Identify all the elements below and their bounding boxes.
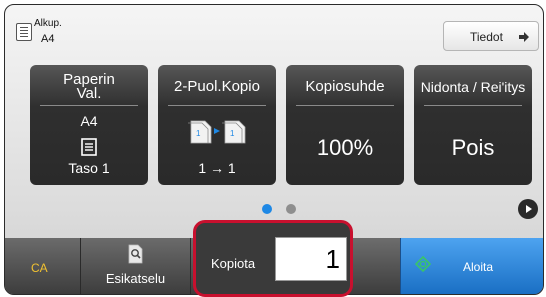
ratio-value: 100% xyxy=(316,135,374,160)
copies-control: Kopiota 1 xyxy=(193,220,353,297)
play-next-icon xyxy=(526,205,532,213)
tray-icon xyxy=(81,138,97,156)
preview-button[interactable]: Esikatselu xyxy=(81,238,191,294)
start-label: Aloita xyxy=(463,260,494,274)
staple-punch-card[interactable]: Nidonta / Rei'itys Pois xyxy=(414,65,532,185)
document-icon xyxy=(16,23,32,41)
clear-all-button[interactable]: CA xyxy=(5,238,81,294)
ratio-card-title: Kopiosuhde xyxy=(305,78,385,95)
page-dot-active[interactable] xyxy=(262,204,272,214)
page-dot[interactable] xyxy=(286,204,296,214)
copies-value: 1 xyxy=(325,244,340,274)
copies-input[interactable]: 1 xyxy=(275,237,347,281)
svg-text:1: 1 xyxy=(230,129,235,138)
duplex-card-title: 2-Puol.Kopio xyxy=(174,78,260,95)
original-label: Alkup. xyxy=(34,18,62,29)
original-size: A4 xyxy=(41,33,55,45)
card-divider xyxy=(296,105,394,106)
svg-text:1: 1 xyxy=(196,129,201,138)
finishing-value: Pois xyxy=(451,135,495,160)
original-setting[interactable]: Alkup. A4 xyxy=(13,13,62,45)
paper-tray: Taso 1 xyxy=(68,160,110,176)
finishing-card-title: Nidonta / Rei'itys xyxy=(420,79,526,95)
paper-select-card[interactable]: Paperin Val. A4 Taso 1 xyxy=(30,65,148,185)
duplex-copy-card[interactable]: 2-Puol.Kopio 1 1 1 → 1 xyxy=(158,65,276,185)
copy-ratio-card[interactable]: Kopiosuhde 100% xyxy=(286,65,404,185)
start-button[interactable]: Aloita xyxy=(400,238,543,294)
magnifier-page-icon xyxy=(128,244,143,264)
card-divider xyxy=(40,105,138,106)
card-divider xyxy=(424,105,522,106)
copies-label: Kopiota xyxy=(211,256,256,271)
details-label: Tiedot xyxy=(470,30,503,44)
start-diamond-icon xyxy=(415,256,431,272)
paper-card-title-2: Val. xyxy=(76,85,102,102)
details-button[interactable]: Tiedot xyxy=(443,21,539,51)
next-page-button[interactable] xyxy=(518,199,538,219)
ca-label: CA xyxy=(31,261,48,275)
duplex-pages-icon: 1 1 xyxy=(188,120,246,144)
paper-size: A4 xyxy=(80,113,98,129)
card-divider xyxy=(168,105,266,106)
duplex-mode: 1 → 1 xyxy=(198,160,236,176)
preview-label: Esikatselu xyxy=(105,271,166,286)
arrow-right-icon xyxy=(519,32,529,42)
